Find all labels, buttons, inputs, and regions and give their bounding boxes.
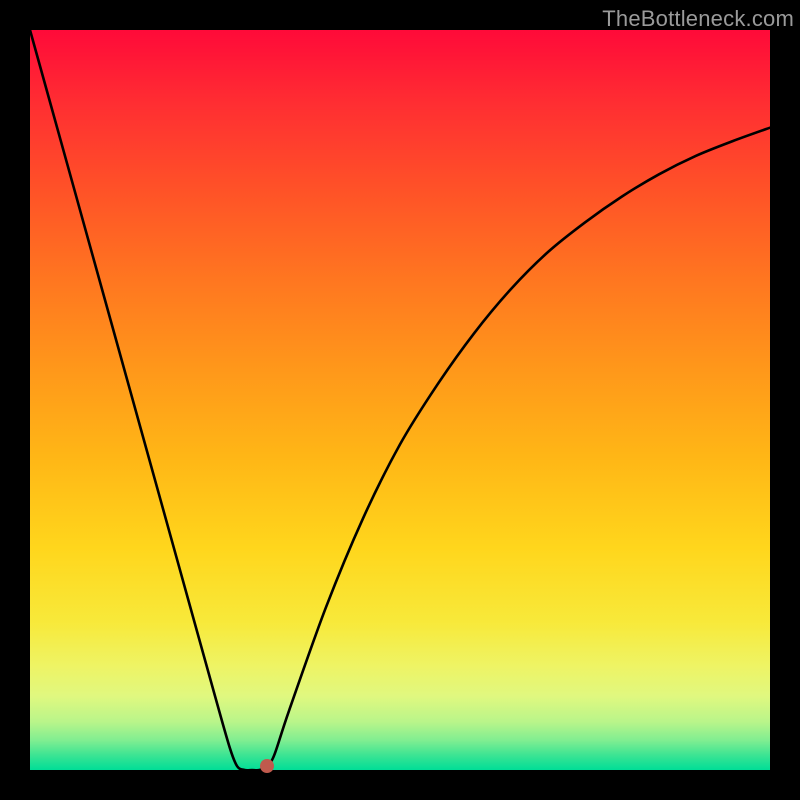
chart-stage: TheBottleneck.com (0, 0, 800, 800)
plot-area (30, 30, 770, 770)
optimal-point-marker (260, 759, 274, 773)
watermark-text: TheBottleneck.com (602, 6, 794, 32)
bottleneck-curve (30, 30, 770, 770)
curve-svg (30, 30, 770, 770)
